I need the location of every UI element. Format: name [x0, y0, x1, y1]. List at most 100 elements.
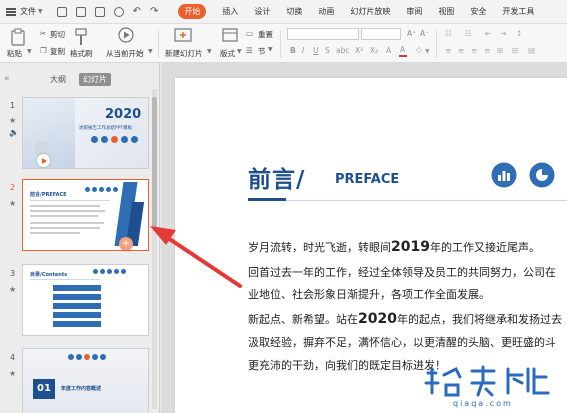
section-dropdown-icon[interactable]: ▼	[268, 46, 273, 53]
bullet-list-icon[interactable]: ☷	[445, 29, 452, 38]
tab-security[interactable]: 安全	[470, 6, 486, 17]
text-direction-icon[interactable]: ⊟	[512, 46, 518, 55]
tab-design[interactable]: 设计	[254, 6, 270, 17]
thumb-play-icon[interactable]	[37, 154, 50, 167]
text-box-icon[interactable]: ▤	[528, 46, 535, 55]
section-icon[interactable]: ☰	[246, 46, 253, 55]
section-button[interactable]: 节	[258, 46, 266, 57]
from-current-dropdown-icon[interactable]: ▼	[148, 48, 153, 55]
paragraph-line[interactable]: 业地位、社会形象日渐提升，各项工作全面发展。	[248, 286, 490, 302]
from-current-button[interactable]: 从当前开始	[106, 48, 144, 59]
tab-insert[interactable]: 插入	[222, 6, 238, 17]
align-center-icon[interactable]: ≡	[458, 46, 464, 55]
paragraph-line[interactable]: 岁月流转，时光飞逝，转眼间2019年的工作又接近尾声。	[248, 239, 540, 255]
superscript-icon[interactable]: X²	[355, 46, 363, 55]
distribute-icon[interactable]: ⊞	[497, 46, 503, 55]
increase-font-icon[interactable]: A⁺	[407, 29, 416, 38]
pie-chart-icon	[529, 162, 555, 188]
animation-star-icon: ★	[9, 285, 17, 294]
slide-thumbnail-selected[interactable]: 前言/PREFACE +	[22, 179, 149, 251]
ribbon-toolbar: 粘贴 ▼ ✂ 剪切 ❐ 复制 格式刷 从当前开始 ▼ 新建幻灯片 ▼ 版式 ▼ …	[0, 24, 567, 63]
cut-button[interactable]: 剪切	[50, 29, 65, 40]
paragraph-line[interactable]: 新起点、新希望。站在2020年的起点，我们将继承和发扬过去	[248, 311, 562, 327]
chevron-down-icon[interactable]: ▼	[38, 8, 43, 15]
slide-panel: « 大纲 幻灯片 1 ★ 🔈 2020 述职报告工作总结PPT模板 2 ★ 前言…	[0, 63, 160, 413]
print-icon[interactable]	[94, 6, 105, 17]
redo-icon[interactable]: ↷	[150, 6, 158, 17]
tab-view[interactable]: 视图	[438, 6, 454, 17]
panel-scrollbar[interactable]	[152, 89, 157, 409]
tab-transitions[interactable]: 切换	[286, 6, 302, 17]
reset-icon[interactable]: ▭	[246, 29, 253, 38]
new-slide-dropdown-icon[interactable]: ▼	[207, 48, 212, 55]
char-spacing-icon[interactable]: A	[386, 46, 391, 55]
menu-icon[interactable]	[6, 7, 16, 16]
paragraph-line[interactable]: 回首过去一年的工作，经过全体领导及员工的共同努力，公司在	[248, 264, 556, 280]
tab-developer[interactable]: 开发工具	[502, 6, 534, 17]
decrease-indent-icon[interactable]: ⇤	[485, 29, 491, 38]
new-slide-button[interactable]: 新建幻灯片	[165, 48, 203, 59]
title-accent-bar	[248, 198, 286, 201]
tab-slideshow[interactable]: 幻灯片放映	[350, 6, 390, 17]
underline-icon[interactable]: U	[313, 46, 319, 55]
numbered-list-icon[interactable]: ☷	[465, 29, 472, 38]
paste-icon[interactable]	[10, 28, 26, 46]
format-painter-button[interactable]: 格式刷	[70, 48, 93, 59]
tab-slides[interactable]: 幻灯片	[79, 73, 111, 86]
font-name-select[interactable]	[287, 28, 359, 40]
tab-home[interactable]: 开始	[178, 4, 207, 19]
save-icon[interactable]	[75, 6, 86, 17]
paste-dropdown-icon[interactable]: ▼	[27, 48, 32, 55]
tab-review[interactable]: 审阅	[406, 6, 422, 17]
collapse-panel-icon[interactable]: «	[4, 74, 10, 84]
layout-icon[interactable]	[222, 27, 238, 43]
add-slide-icon[interactable]: +	[119, 237, 133, 250]
menu-bar: 文件 ▼ ↶ ↷ 开始 插入 设计 切换 动画 幻灯片放映 审阅 视图 安全 开…	[0, 0, 567, 24]
file-menu[interactable]: 文件	[20, 6, 36, 17]
font-size-select[interactable]	[361, 28, 401, 40]
italic-icon[interactable]: I	[302, 46, 304, 55]
strikethrough-icon[interactable]: abc	[336, 46, 349, 55]
decrease-font-icon[interactable]: A⁻	[420, 29, 429, 38]
new-slide-icon[interactable]	[174, 27, 194, 43]
bold-icon[interactable]: B	[290, 46, 296, 55]
slide-title-english[interactable]: PREFACE	[335, 172, 399, 187]
justify-icon[interactable]: ≡	[484, 46, 490, 55]
copy-button[interactable]: 复制	[50, 46, 65, 57]
align-right-icon[interactable]: ≡	[471, 46, 477, 55]
paragraph-line[interactable]: 汲取经验，摒弃不足，满怀信心，以更清醒的头脑、更旺盛的斗	[248, 334, 556, 350]
slide-title[interactable]: 前言/	[248, 160, 305, 194]
animation-star-icon: ★	[9, 369, 17, 378]
scissors-icon[interactable]: ✂	[40, 29, 46, 38]
paste-button[interactable]: 粘贴	[7, 48, 22, 59]
play-icon[interactable]	[118, 27, 134, 43]
increase-indent-icon[interactable]: ⇥	[500, 29, 506, 38]
title-divider	[248, 200, 567, 201]
slide-thumbnail[interactable]: 2020 述职报告工作总结PPT模板	[22, 97, 149, 169]
thumb-icons	[85, 187, 118, 192]
align-left-icon[interactable]: ≡	[445, 46, 451, 55]
font-color-icon[interactable]: A	[400, 45, 405, 54]
layout-button[interactable]: 版式	[220, 48, 235, 59]
shadow-icon[interactable]: S	[325, 46, 330, 55]
subscript-icon[interactable]: X₂	[370, 46, 378, 55]
tab-animations[interactable]: 动画	[318, 6, 334, 17]
copy-icon[interactable]: ❐	[40, 46, 47, 55]
clear-format-icon[interactable]: ◇	[416, 45, 422, 54]
slide-thumbnail[interactable]: 目录/Contents	[22, 264, 149, 336]
watermark-url: qiaqa.com	[453, 399, 513, 408]
slide-thumbnail[interactable]: 01 年度工作内容概述	[22, 348, 149, 413]
preview-icon[interactable]	[113, 6, 124, 17]
font-color-swatch	[399, 55, 407, 57]
paragraph-line[interactable]: 更充沛的干劲，向我们的既定目标进发！	[248, 357, 446, 373]
reset-button[interactable]: 重置	[258, 29, 273, 40]
undo-icon[interactable]: ↶	[133, 6, 141, 17]
open-icon[interactable]	[56, 6, 67, 17]
chart-bar-icon	[491, 162, 517, 188]
tab-outline[interactable]: 大纲	[50, 74, 66, 85]
layout-dropdown-icon[interactable]: ▼	[237, 48, 242, 55]
thumb-title: 前言/PREFACE	[30, 192, 67, 198]
line-spacing-icon[interactable]: ↕	[516, 29, 522, 38]
format-painter-icon[interactable]	[74, 28, 88, 46]
clear-format-dropdown-icon[interactable]: ▼	[425, 48, 430, 55]
